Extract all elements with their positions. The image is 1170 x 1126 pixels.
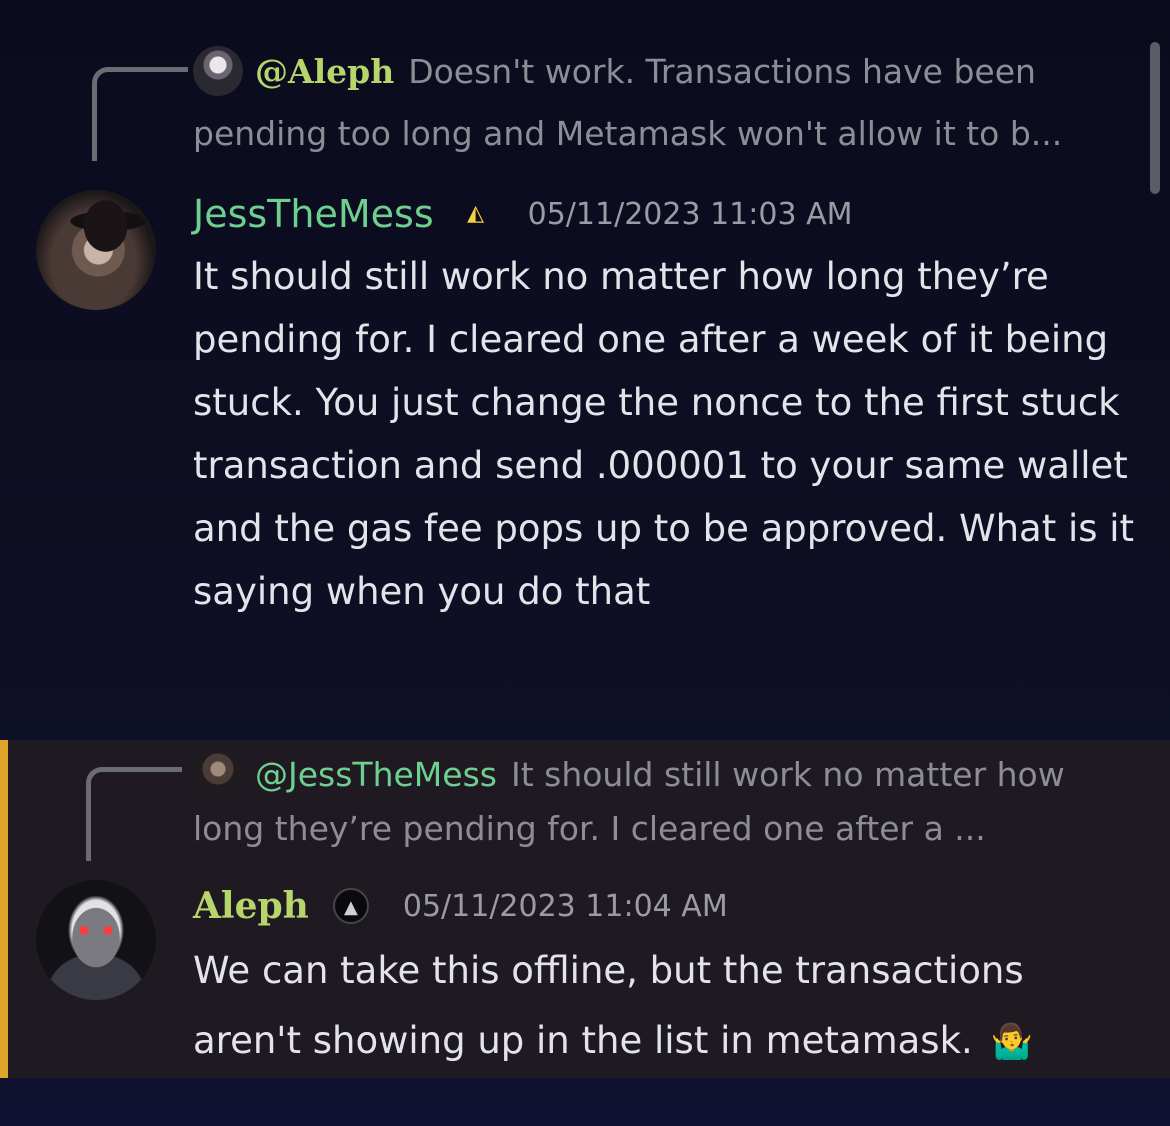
- reply-avatar: [193, 45, 243, 96]
- reply-mention[interactable]: @JessTheMess: [255, 755, 497, 794]
- message-header: JessTheMess ◭ 05/11/2023 11:03 AM: [193, 188, 852, 240]
- reply-connector: [86, 767, 182, 861]
- man-shrugging-emoji-icon: 🤷‍♂️: [990, 1022, 1033, 1062]
- reply-avatar: [193, 748, 243, 799]
- message-text: We can take this offline, but the transa…: [193, 936, 1143, 1077]
- username[interactable]: Aleph: [193, 885, 309, 927]
- chat-message: @Aleph Doesn't work. Transactions have be…: [0, 0, 1170, 720]
- message-text: It should still work no matter how long …: [193, 255, 1135, 613]
- avatar[interactable]: [36, 880, 156, 1000]
- reply-preview[interactable]: @Aleph Doesn't work. Transactions have be…: [193, 41, 1133, 165]
- timestamp: 05/11/2023 11:03 AM: [527, 196, 853, 232]
- timestamp: 05/11/2023 11:04 AM: [402, 888, 728, 924]
- yellow-triangle-badge-icon: ◭: [467, 201, 485, 226]
- dark-triangle-badge-icon: ▲: [332, 888, 369, 924]
- message-text-content: We can take this offline, but the transa…: [193, 949, 1024, 1062]
- reply-mention[interactable]: @Aleph: [255, 52, 394, 91]
- reply-preview[interactable]: @JessTheMess It should still work no matt…: [193, 748, 1133, 856]
- message-header: Aleph ▲ 05/11/2023 11:04 AM: [193, 880, 728, 932]
- avatar[interactable]: [36, 190, 156, 310]
- username[interactable]: JessTheMess: [193, 192, 434, 236]
- reply-connector: [92, 67, 188, 161]
- chat-message-highlighted: @JessTheMess It should still work no matt…: [0, 740, 1170, 1078]
